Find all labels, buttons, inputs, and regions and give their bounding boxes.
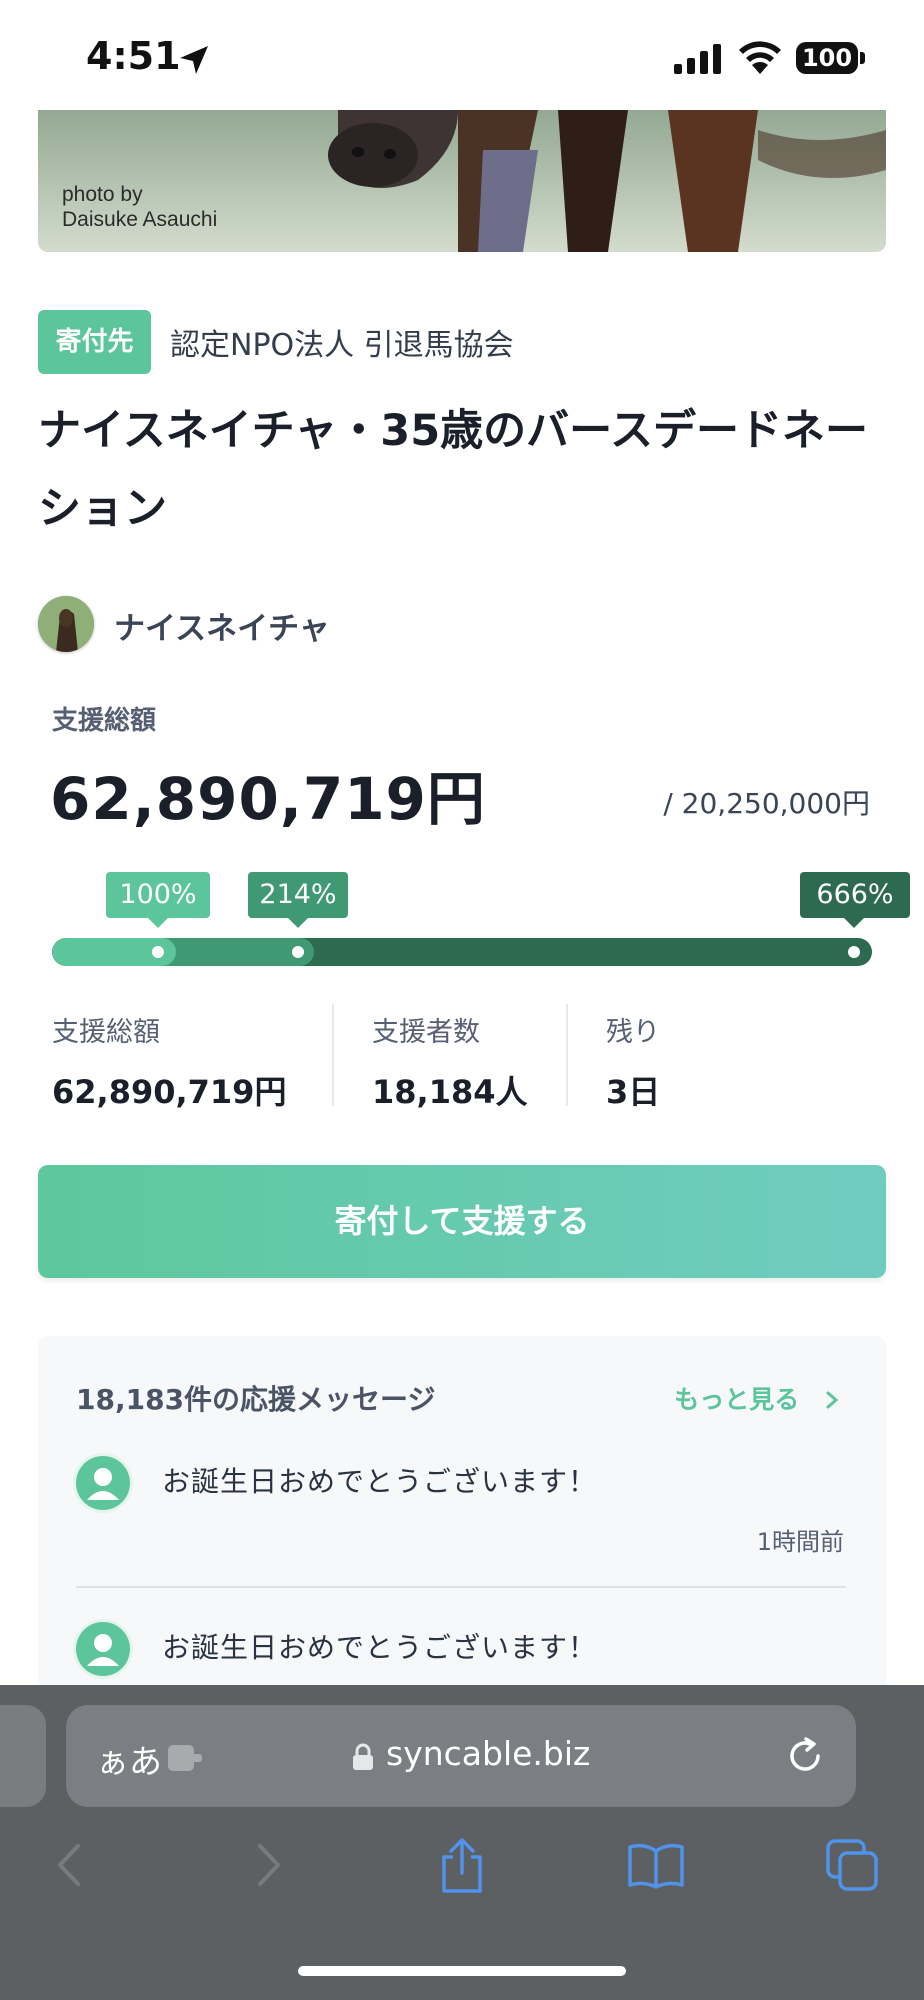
lock-icon <box>353 1743 373 1770</box>
message-text: お誕生日おめでとうございます！ <box>162 1465 598 1498</box>
stat-total-label: 支援総額 <box>52 1017 160 1048</box>
progress-section: 100% 214% 666% <box>52 860 910 970</box>
total-label: 支援総額 <box>52 706 157 736</box>
photo-credit: photo by Daisuke Asauchi <box>62 182 217 232</box>
milestone-dot-666 <box>848 946 860 958</box>
photo-credit-line2: Daisuke Asauchi <box>62 208 218 231</box>
status-bar: 4:51 100 <box>0 0 924 110</box>
chevron-right-icon <box>826 1391 839 1409</box>
user-avatar-icon <box>76 1622 130 1676</box>
milestone-tag-666: 666% <box>800 872 910 918</box>
reload-icon[interactable] <box>784 1735 826 1777</box>
milestone-tag-214: 214% <box>248 872 348 918</box>
stat-divider <box>566 1004 568 1106</box>
support-messages-card: 18,183件の応援メッセージ もっと見る お誕生日おめでとうございます！ 1時… <box>38 1336 886 1696</box>
stat-supporters: 支援者数 18,184人 <box>372 1010 528 1113</box>
hero-photo: photo by Daisuke Asauchi <box>38 110 886 252</box>
extension-icon[interactable] <box>168 1743 206 1773</box>
forward-arrow-icon[interactable] <box>252 1840 286 1890</box>
wifi-icon <box>739 41 781 74</box>
milestone-arrow-666 <box>844 918 864 928</box>
stat-total: 支援総額 62,890,719円 <box>52 1010 286 1113</box>
address-bar[interactable]: ぁあ syncable.biz <box>66 1705 856 1807</box>
see-more-link[interactable]: もっと見る <box>674 1380 842 1416</box>
browser-toolbar: ぁあ syncable.biz <box>0 1685 924 2000</box>
message-time: 1時間前 <box>756 1528 844 1556</box>
messages-header: 18,183件の応援メッセージ <box>76 1383 436 1416</box>
back-arrow-icon[interactable] <box>52 1840 86 1890</box>
stat-supporters-value: 18,184人 <box>372 1073 528 1111</box>
cellular-signal-icon <box>674 44 721 74</box>
message-divider <box>76 1586 846 1588</box>
milestone-arrow-214 <box>288 918 308 928</box>
milestone-dot-214 <box>292 946 304 958</box>
milestone-dot-100 <box>152 946 164 958</box>
stat-remaining: 残り 3日 <box>606 1010 660 1113</box>
previous-tab-preview[interactable] <box>0 1705 46 1807</box>
goal-amount: / 20,250,000円 <box>663 787 870 820</box>
photo-credit-line1: photo by <box>62 183 143 206</box>
stat-remaining-value: 3日 <box>606 1073 661 1111</box>
share-icon[interactable] <box>436 1837 488 1895</box>
progress-bar <box>52 938 872 966</box>
milestone-arrow-100 <box>148 918 168 928</box>
tabs-icon[interactable] <box>824 1837 882 1893</box>
owner-avatar[interactable] <box>38 596 94 652</box>
url-text: syncable.biz <box>386 1734 591 1773</box>
battery-tip <box>860 52 865 64</box>
stat-total-value: 62,890,719円 <box>52 1073 287 1111</box>
stat-remaining-label: 残り <box>606 1017 660 1048</box>
clock: 4:51 <box>86 34 181 78</box>
home-indicator <box>298 1966 626 1976</box>
user-avatar-icon <box>76 1456 130 1510</box>
message-text: お誕生日おめでとうございます！ <box>162 1631 598 1664</box>
stat-supporters-label: 支援者数 <box>372 1017 480 1048</box>
battery-indicator: 100 <box>796 42 858 74</box>
milestone-tag-100: 100% <box>106 872 210 918</box>
owner-name[interactable]: ナイスネイチャ <box>114 603 330 648</box>
recipient-badge: 寄付先 <box>38 310 151 374</box>
donate-button[interactable]: 寄付して支援する <box>38 1165 886 1278</box>
total-amount: 62,890,719円 <box>50 765 486 833</box>
see-more-label: もっと見る <box>674 1385 800 1414</box>
stat-divider <box>332 1004 334 1106</box>
organization-name[interactable]: 認定NPO法人 引退馬協会 <box>170 320 514 364</box>
location-arrow-icon <box>180 46 208 74</box>
horse-avatar-icon <box>38 596 94 652</box>
page-settings-button[interactable]: ぁあ <box>96 1735 162 1783</box>
bookmarks-icon[interactable] <box>626 1841 686 1891</box>
project-title: ナイスネイチャ・35歳のバースデードネーション <box>38 406 868 534</box>
